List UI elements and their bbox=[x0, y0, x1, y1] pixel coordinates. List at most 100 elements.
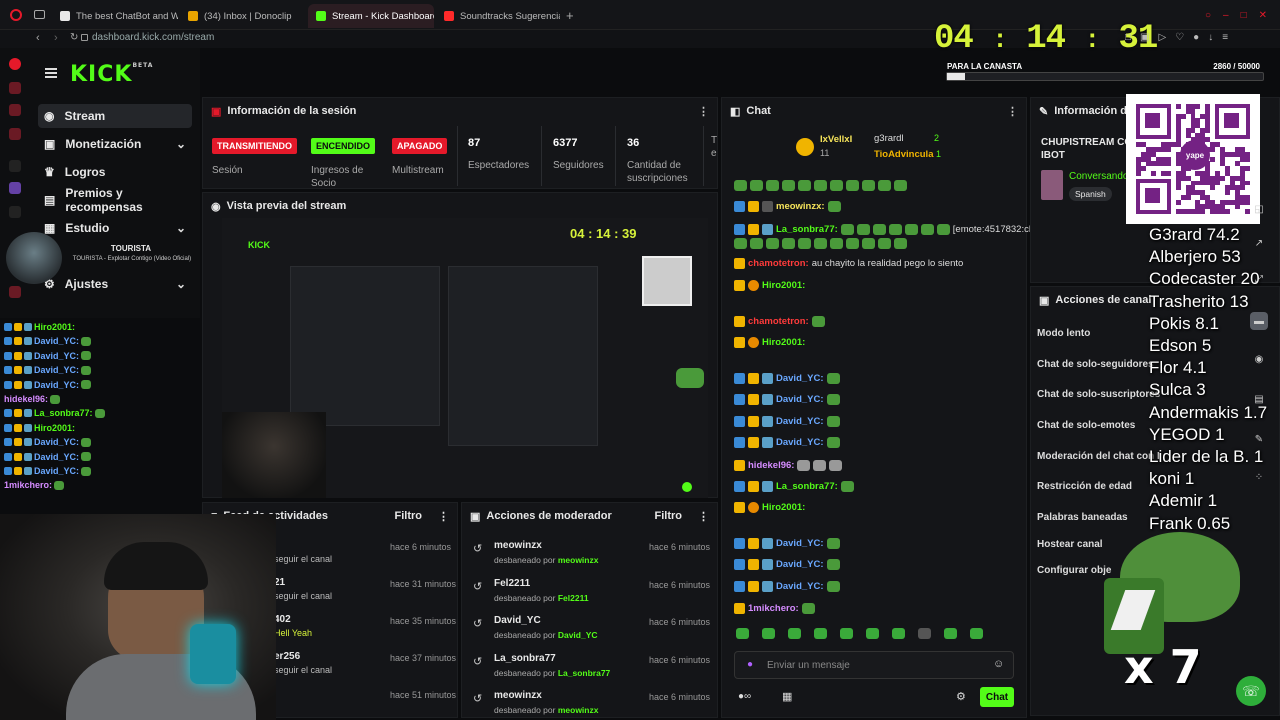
back-icon[interactable]: ‹ bbox=[36, 32, 40, 44]
mod-action-moderator[interactable]: La_sonbra77 bbox=[558, 668, 610, 678]
kick-logo[interactable]: KICKBETA bbox=[70, 62, 153, 87]
support-chat-button[interactable]: ☏ bbox=[1236, 676, 1266, 706]
snapshot-icon[interactable]: ▣ bbox=[1140, 32, 1149, 46]
forward-icon[interactable]: › bbox=[54, 32, 58, 44]
chat-username[interactable]: meowinzx: bbox=[776, 201, 825, 212]
emote-icon[interactable] bbox=[892, 628, 905, 639]
chat-username[interactable]: David_YC: bbox=[776, 394, 824, 405]
twitch-icon[interactable] bbox=[9, 182, 21, 194]
emote-icon[interactable] bbox=[866, 628, 879, 639]
opera-logo-icon[interactable] bbox=[10, 9, 22, 21]
chat-username[interactable]: Hiro2001: bbox=[762, 337, 805, 348]
broadcast-side-icon[interactable]: ◉ bbox=[1250, 350, 1268, 368]
emote-icon[interactable] bbox=[944, 628, 957, 639]
tab-overview-icon[interactable] bbox=[34, 10, 45, 19]
tab-inbox[interactable]: (34) Inbox | Donoclip bbox=[180, 4, 304, 28]
chat-username[interactable]: David_YC: bbox=[776, 559, 824, 570]
download-icon[interactable]: ↓ bbox=[1208, 32, 1213, 46]
pin-icon[interactable]: □ bbox=[1125, 32, 1131, 46]
menu-toggle-icon[interactable] bbox=[45, 68, 57, 78]
chat-settings-icon[interactable]: ⚙ bbox=[956, 690, 966, 703]
chat-username[interactable]: Hiro2001: bbox=[762, 502, 805, 513]
channel-action-item[interactable]: Chat de solo-suscriptores bbox=[1037, 389, 1160, 400]
chat-username[interactable]: chamotetron: bbox=[748, 316, 809, 327]
heart-icon[interactable]: ♡ bbox=[1175, 32, 1184, 46]
history-icon[interactable] bbox=[9, 286, 21, 298]
mod-action-moderator[interactable]: Fel2211 bbox=[558, 593, 589, 603]
instagram-icon[interactable] bbox=[9, 104, 21, 116]
chat-username[interactable]: David_YC: bbox=[776, 373, 824, 384]
chat-username[interactable]: 1mikchero: bbox=[748, 603, 799, 614]
expand-icon[interactable]: ⤢ bbox=[1250, 270, 1268, 288]
play-icon[interactable]: ▷ bbox=[1159, 32, 1167, 46]
channel-action-item[interactable]: Palabras baneadas bbox=[1037, 512, 1128, 523]
nav-item-stream[interactable]: ◉ Stream bbox=[38, 104, 192, 128]
tab-kick-dashboard[interactable]: Stream - Kick Dashboard bbox=[308, 4, 434, 28]
chat-username[interactable]: chamotetron: bbox=[748, 258, 809, 269]
mod-action-moderator[interactable]: meowinzx bbox=[558, 705, 599, 715]
nav-item-premios[interactable]: ▤ Premios y recompensas bbox=[38, 186, 192, 214]
store-icon[interactable]: ▦ bbox=[782, 690, 792, 703]
more-options-icon[interactable]: ⋮ bbox=[698, 105, 709, 118]
emote-icon[interactable] bbox=[840, 628, 853, 639]
mod-action-moderator[interactable]: David_YC bbox=[558, 630, 598, 640]
comment-icon[interactable]: ▬ bbox=[1250, 312, 1268, 330]
channel-action-item[interactable]: Moderación del chat con I bbox=[1037, 451, 1160, 462]
search-tabs-icon[interactable]: ○ bbox=[1205, 10, 1211, 21]
points-icon[interactable]: ●∞ bbox=[738, 691, 751, 702]
emote-icon[interactable] bbox=[918, 628, 931, 639]
chat-username[interactable]: Hiro2001: bbox=[762, 280, 805, 291]
url-field[interactable]: dashboard.kick.com/stream bbox=[92, 32, 214, 43]
mod-action-user[interactable]: meowinzx bbox=[494, 540, 542, 551]
stream-preview-video[interactable]: KICK 04 : 14 : 39 bbox=[222, 218, 708, 498]
emote-icon[interactable] bbox=[970, 628, 983, 639]
mic-icon[interactable]: ● bbox=[747, 659, 753, 670]
tab-soundtracks[interactable]: Soundtracks Sugerencias bbox=[436, 4, 560, 28]
nav-item-monetizacion[interactable]: ▣ Monetización ⌄ bbox=[38, 132, 192, 156]
tab-chatbot[interactable]: The best ChatBot and W... bbox=[52, 4, 178, 28]
chat-username[interactable]: La_sonbra77: bbox=[776, 224, 838, 235]
chat-username[interactable]: hidekel96: bbox=[748, 460, 794, 471]
channel-action-item[interactable]: Configurar obje bbox=[1037, 565, 1111, 576]
chat-input[interactable]: ● Enviar un mensaje ☺ bbox=[734, 651, 1014, 679]
reload-icon[interactable]: ↻ bbox=[70, 32, 78, 43]
mod-action-user[interactable]: Fel2211 bbox=[494, 578, 530, 589]
channel-action-item[interactable]: Chat de solo-emotes bbox=[1037, 420, 1135, 431]
profile-icon[interactable]: ● bbox=[1193, 32, 1199, 46]
more-options-icon[interactable]: ⋮ bbox=[698, 510, 709, 523]
channel-action-item[interactable]: Restricción de edad bbox=[1037, 481, 1132, 492]
tiktok-icon[interactable] bbox=[9, 160, 21, 172]
clipboard-icon[interactable]: ▤ bbox=[1250, 390, 1268, 408]
chat-username[interactable]: David_YC: bbox=[776, 581, 824, 592]
music-icon[interactable] bbox=[9, 128, 21, 140]
channel-action-item[interactable]: Chat de solo-seguidores bbox=[1037, 359, 1154, 370]
more-options-icon[interactable]: ⋮ bbox=[438, 510, 449, 523]
menu-side-icon[interactable]: ◱ bbox=[1250, 200, 1268, 218]
mod-action-user[interactable]: David_YC bbox=[494, 615, 541, 626]
emote-icon[interactable] bbox=[814, 628, 827, 639]
chat-username[interactable]: David_YC: bbox=[776, 416, 824, 427]
aria-icon[interactable] bbox=[9, 58, 21, 70]
emoji-icon[interactable]: ☺ bbox=[993, 658, 1004, 670]
more-options-icon[interactable]: ⋮ bbox=[1007, 105, 1018, 118]
mod-action-user[interactable]: La_sonbra77 bbox=[494, 653, 556, 664]
messenger-icon[interactable] bbox=[9, 82, 21, 94]
mod-action-user[interactable]: meowinzx bbox=[494, 690, 542, 701]
channel-action-item[interactable]: Hostear canal bbox=[1037, 539, 1103, 550]
emote-icon[interactable] bbox=[736, 628, 749, 639]
menu-icon[interactable]: ≡ bbox=[1222, 32, 1228, 46]
close-icon[interactable]: ✕ bbox=[1259, 10, 1267, 21]
upload-icon[interactable]: ↗ bbox=[1250, 234, 1268, 252]
extensions-icon[interactable]: ⁘ bbox=[1250, 468, 1268, 486]
chat-username[interactable]: David_YC: bbox=[776, 437, 824, 448]
new-tab-button[interactable]: + bbox=[566, 8, 574, 23]
x-icon[interactable] bbox=[9, 206, 21, 218]
channel-action-item[interactable]: Modo lento bbox=[1037, 328, 1090, 339]
chat-username[interactable]: La_sonbra77: bbox=[776, 481, 838, 492]
mod-action-moderator[interactable]: meowinzx bbox=[558, 555, 599, 565]
mod-filter-button[interactable]: Filtro bbox=[655, 510, 683, 522]
maximize-icon[interactable]: □ bbox=[1241, 10, 1247, 21]
activity-filter-button[interactable]: Filtro bbox=[395, 510, 423, 522]
emote-icon[interactable] bbox=[788, 628, 801, 639]
minimize-icon[interactable]: – bbox=[1223, 10, 1229, 21]
